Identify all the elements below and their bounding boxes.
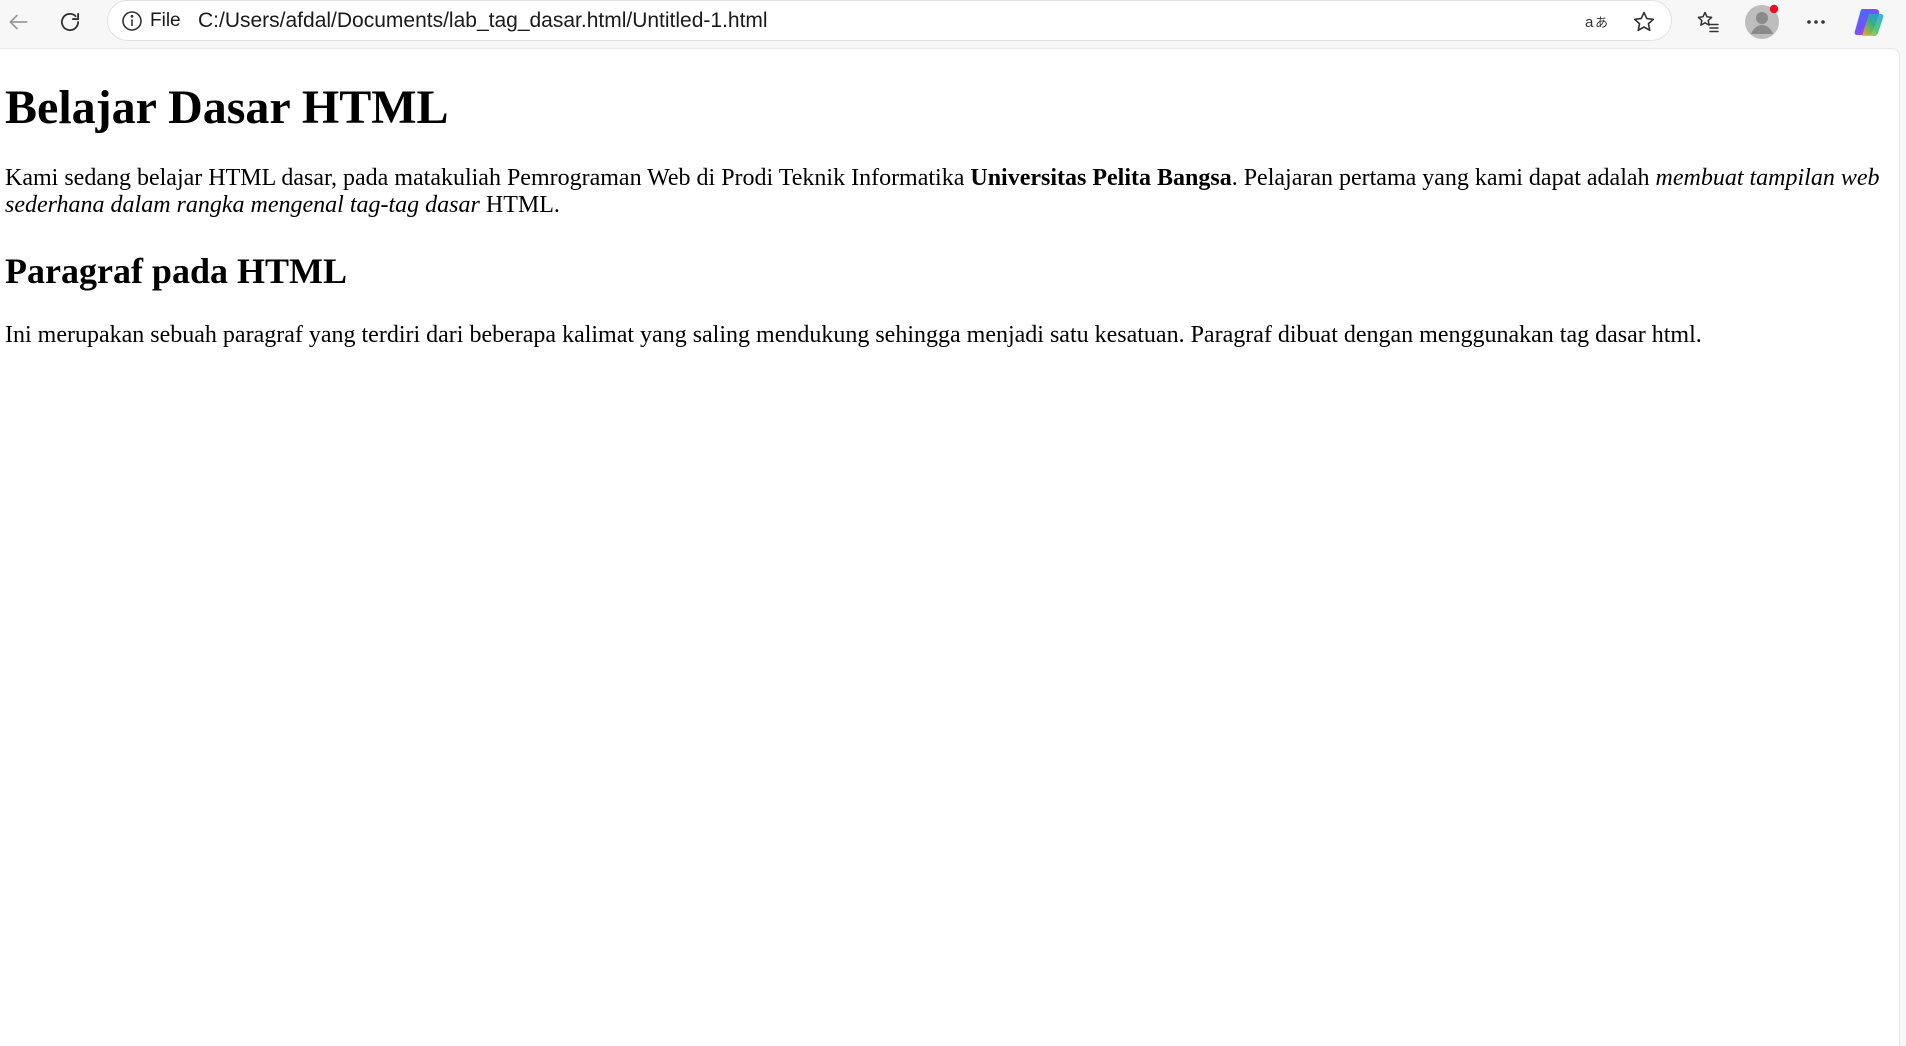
star-icon (1633, 11, 1655, 32)
intro-paragraph: Kami sedang belajar HTML dasar, pada mat… (5, 165, 1890, 219)
intro-text-a: Kami sedang belajar HTML dasar, pada mat… (5, 165, 971, 191)
heading-belajar-dasar: Belajar Dasar HTML (5, 81, 449, 134)
svg-text:あ: あ (1595, 16, 1608, 31)
page-viewport: Belajar Dasar HTML Kami sedang belajar H… (0, 48, 1900, 1046)
browser-toolbar: File C:/Users/afdal/Documents/lab_tag_da… (0, 0, 1906, 48)
scheme-label: File (150, 10, 181, 31)
paragraf-paragraph: Ini merupakan sebuah paragraf yang terdi… (5, 322, 1702, 348)
intro-text-b: . Pelajaran pertama yang kami dapat adal… (1231, 165, 1656, 191)
copilot-icon (1854, 9, 1884, 36)
favorites-icon (1697, 11, 1719, 33)
favorites-button[interactable] (1689, 3, 1727, 41)
read-aloud-icon: a あ (1585, 14, 1608, 31)
refresh-icon (60, 12, 80, 31)
notification-dot (1769, 4, 1779, 14)
profile-button[interactable] (1743, 3, 1781, 41)
refresh-button[interactable] (52, 4, 88, 40)
profile-avatar-icon (1745, 4, 1779, 39)
more-button[interactable] (1797, 3, 1835, 41)
url-text[interactable]: C:/Users/afdal/Documents/lab_tag_dasar.h… (198, 9, 768, 33)
svg-text:a: a (1585, 14, 1594, 31)
favorite-button[interactable] (1627, 5, 1661, 39)
back-arrow-icon (9, 14, 28, 30)
copilot-button[interactable] (1851, 3, 1889, 41)
heading-paragraf: Paragraf pada HTML (5, 251, 347, 291)
university-bold: Universitas Pelita Bangsa (970, 165, 1232, 191)
back-button[interactable] (0, 4, 36, 40)
info-icon[interactable] (120, 9, 144, 33)
intro-text-c: HTML. (479, 192, 560, 218)
address-bar[interactable]: File C:/Users/afdal/Documents/lab_tag_da… (107, 0, 1672, 41)
more-icon (1807, 20, 1825, 24)
read-aloud-button[interactable]: a あ (1580, 5, 1614, 39)
